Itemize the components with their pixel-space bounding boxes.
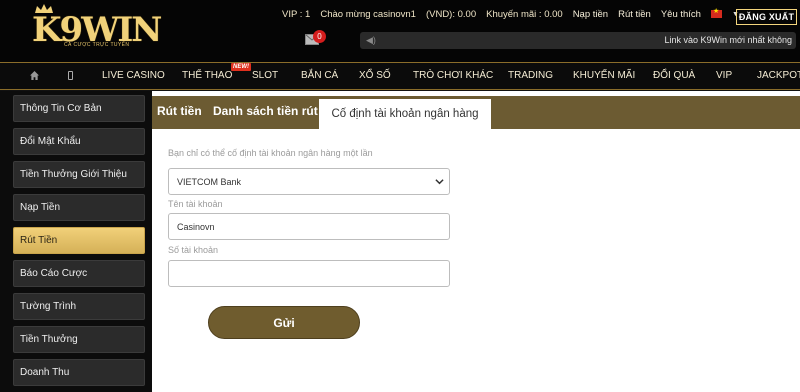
nav-live-casino[interactable]: LIVE CASINO [102,70,165,81]
logout-button[interactable]: ĐĂNG XUẤT [736,9,797,25]
welcome-text: Chào mừng casinovn1 [320,8,416,20]
nav-rewards[interactable]: ĐỔI QUÀ [653,70,695,81]
nav-promotions[interactable]: KHUYẾN MÃI [573,70,635,81]
nav-slot[interactable]: SLOT [252,70,278,81]
nav-trading[interactable]: TRADING [508,70,553,81]
nav-other-games[interactable]: TRÒ CHƠI KHÁC [413,70,493,81]
sidebar-item-statement[interactable]: Tường Trình [13,293,145,320]
nav-sports[interactable]: THỂ THAO [182,70,232,81]
home-icon[interactable] [30,71,39,80]
submit-button[interactable]: Gửi [208,306,360,339]
favorite-link[interactable]: Yêu thích [661,9,701,20]
tab-bar: Rút tiền Danh sách tiền rút Cố định tài … [152,96,800,129]
sidebar-item-bet-report[interactable]: Báo Cáo Cược [13,260,145,287]
announcement-text[interactable]: Link vào K9Win mới nhất không [665,35,792,45]
bank-select-value: VIETCOM Bank [177,176,242,187]
nav-vip[interactable]: VIP [716,70,732,81]
account-number-label: Số tài khoản [168,245,219,255]
account-number-field[interactable] [168,260,450,287]
main-panel: Rút tiền Danh sách tiền rút Cố định tài … [152,91,800,392]
account-name-field[interactable] [168,213,450,240]
mail-count-badge: 0 [313,30,326,43]
withdraw-link[interactable]: Rút tiền [618,9,651,20]
sidebar-item-basic-info[interactable]: Thông Tin Cơ Bản [13,95,145,122]
chevron-down-icon [435,179,444,185]
tab-withdraw[interactable]: Rút tiền [157,104,202,118]
speaker-icon: ◀) [366,35,376,45]
tab-withdraw-list[interactable]: Danh sách tiền rút [213,104,318,118]
sidebar-item-deposit[interactable]: Nạp Tiền [13,194,145,221]
sidebar-item-referral-bonus[interactable]: Tiền Thưởng Giới Thiệu [13,161,145,188]
form-hint: Bạn chỉ có thể cố định tài khoản ngân hà… [168,148,373,158]
nav-lottery[interactable]: XỔ SỐ [359,70,391,81]
balance-text: (VND): 0.00 [425,8,477,20]
account-sidebar: Thông Tin Cơ Bản Đổi Mật Khẩu Tiền Thưởn… [0,91,152,392]
nav-fishing[interactable]: BẮN CÁ [301,70,338,81]
sidebar-item-bonus[interactable]: Tiền Thưởng [13,326,145,353]
account-name-label: Tên tài khoản [168,199,223,209]
deposit-link[interactable]: Nạp tiền [573,9,608,20]
main-nav: LIVE CASINO THỂ THAO SLOT BẮN CÁ XỔ SỐ T… [0,62,800,90]
vip-level: VIP : 1 [282,8,311,20]
k9win-logo[interactable]: K9WIN CÁ CƯỢC TRỰC TUYẾN [30,4,162,56]
new-badge: NEW! [231,63,251,71]
announcement-marquee[interactable]: ◀) Link vào K9Win mới nhất không [360,32,796,49]
sidebar-item-revenue[interactable]: Doanh Thu [13,359,145,386]
promo-balance: Khuyến mãi : 0.00 [486,8,563,20]
sidebar-item-withdraw[interactable]: Rút Tiền [13,227,145,254]
header: K9WIN CÁ CƯỢC TRỰC TUYẾN VIP : 1 Chào mừ… [0,0,800,62]
account-info-bar: VIP : 1 Chào mừng casinovn1 (VND): 0.00 … [282,7,749,21]
tab-fixed-bank-account[interactable]: Cố định tài khoản ngân hàng [319,99,491,129]
sidebar-item-change-password[interactable]: Đổi Mật Khẩu [13,128,145,155]
logo-tagline: CÁ CƯỢC TRỰC TUYẾN [64,42,130,48]
bank-select[interactable]: VIETCOM Bank [168,168,450,195]
phone-icon[interactable] [68,71,73,80]
vietnam-flag-icon[interactable] [710,7,722,18]
nav-jackpot[interactable]: JACKPOT [757,70,800,81]
